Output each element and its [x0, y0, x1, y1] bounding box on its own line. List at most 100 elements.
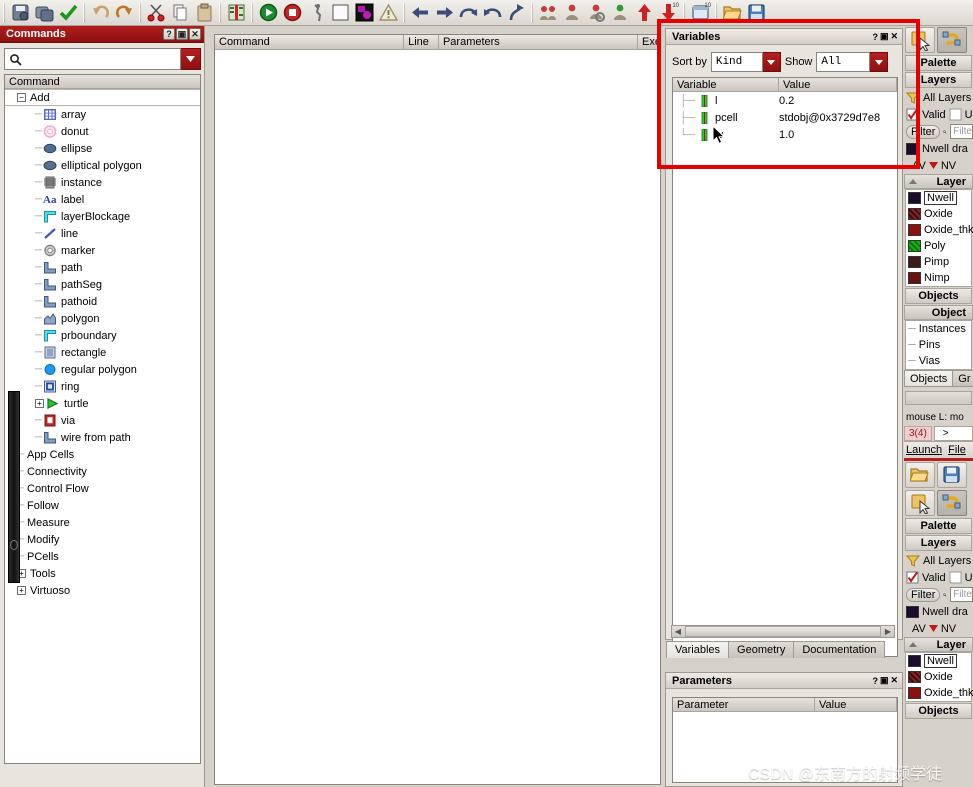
- parameters-table[interactable]: Parameter Value: [672, 697, 898, 783]
- tab-variables[interactable]: Variables: [666, 641, 730, 658]
- object-row[interactable]: ─ Vias: [906, 353, 971, 369]
- layer-row[interactable]: Oxide_thk: [906, 222, 973, 238]
- check-button[interactable]: [57, 2, 79, 24]
- layer-list[interactable]: Nwell Oxide Oxide_thk: [905, 652, 973, 702]
- step-button[interactable]: [305, 2, 327, 24]
- tree-item-elliptical-polygon[interactable]: ─ elliptical polygon: [5, 157, 200, 174]
- close-button[interactable]: ✕: [189, 28, 201, 40]
- status-prompt[interactable]: >: [933, 426, 973, 441]
- tree-item-ellipse[interactable]: ─ ellipse: [5, 140, 200, 157]
- wire-tool-button[interactable]: [937, 27, 967, 53]
- help-button[interactable]: ?: [872, 32, 878, 42]
- tree-item-virtuoso[interactable]: + Virtuoso: [5, 582, 200, 599]
- layer-row[interactable]: Nwell: [906, 190, 971, 206]
- down-red-arrow-button[interactable]: 10: [657, 2, 679, 24]
- save-all-button[interactable]: [33, 2, 55, 24]
- tree-item-path[interactable]: ─ path: [5, 259, 200, 276]
- command-column-parameters[interactable]: Parameters: [438, 35, 638, 49]
- redo-button[interactable]: [113, 2, 135, 24]
- tree-item-connectivity[interactable]: ─ Connectivity: [5, 463, 200, 480]
- save-disk-button[interactable]: [745, 2, 767, 24]
- tree-item-polygon[interactable]: ─ polygon: [5, 310, 200, 327]
- layer-row[interactable]: Oxide_thk: [906, 685, 973, 701]
- redo-curve-button[interactable]: [457, 2, 479, 24]
- tab-objects[interactable]: Objects: [904, 370, 954, 387]
- tab-geometry[interactable]: Geometry: [728, 641, 795, 658]
- stop-button[interactable]: [281, 2, 303, 24]
- filter-input[interactable]: Filte: [950, 124, 973, 139]
- menu-item-file[interactable]: File: [948, 444, 966, 456]
- command-tree[interactable]: Command − Add ─ array ─ donut ─ ellipse ─ ellipti…: [4, 74, 201, 764]
- search-input-wrap[interactable]: [4, 48, 181, 70]
- warning-button[interactable]: [377, 2, 399, 24]
- layer-row[interactable]: Oxide: [906, 206, 971, 222]
- clear-button[interactable]: [329, 2, 351, 24]
- filter-button[interactable]: Filter: [906, 587, 941, 602]
- wire-tool-button[interactable]: [937, 490, 967, 516]
- tree-item-line[interactable]: ─ line: [5, 225, 200, 242]
- filter-button[interactable]: Filter: [906, 124, 941, 139]
- tree-item-tools[interactable]: + Tools: [5, 565, 200, 582]
- objects-header[interactable]: Objects: [905, 288, 972, 304]
- compare-button[interactable]: [225, 2, 247, 24]
- tree-item-prboundary[interactable]: ─ prboundary: [5, 327, 200, 344]
- layers-header[interactable]: Layers: [905, 535, 972, 551]
- scroll-left-icon[interactable]: ◀: [672, 627, 684, 636]
- tree-item-rectangle[interactable]: ─ rectangle: [5, 344, 200, 361]
- tree-item-array[interactable]: ─ array: [5, 106, 200, 123]
- layer-row[interactable]: Poly: [906, 238, 971, 254]
- close-button[interactable]: ✕: [890, 31, 898, 42]
- up-arrow-button[interactable]: [505, 2, 527, 24]
- layers-header[interactable]: Layers: [905, 72, 972, 88]
- cut-button[interactable]: [145, 2, 167, 24]
- variables-row[interactable]: └─w1.0: [673, 126, 897, 143]
- tree-item-follow[interactable]: ─ Follow: [5, 497, 200, 514]
- undock-button[interactable]: ▣: [880, 31, 889, 42]
- command-column-line[interactable]: Line: [404, 35, 439, 49]
- tree-expander[interactable]: +: [17, 586, 26, 595]
- layer-row[interactable]: Oxide: [906, 669, 971, 685]
- tree-item-control-flow[interactable]: ─ Control Flow: [5, 480, 200, 497]
- variables-row[interactable]: ├─ pcell stdobj@0x3729d7e8: [673, 109, 897, 126]
- tree-item-turtle[interactable]: + turtle: [5, 395, 200, 412]
- show-dropdown-button[interactable]: [870, 52, 889, 72]
- variables-row[interactable]: ├─ l 0.2: [673, 92, 897, 109]
- help-button[interactable]: ?: [872, 676, 878, 686]
- command-table[interactable]: Command Line Parameters Exe: [214, 34, 661, 785]
- tree-item-marker[interactable]: ─ marker: [5, 242, 200, 259]
- show-combo[interactable]: All: [816, 52, 889, 72]
- tree-item-regular-polygon[interactable]: ─ regular polygon: [5, 361, 200, 378]
- search-dropdown-button[interactable]: [181, 48, 201, 70]
- window-button[interactable]: 10: [689, 2, 711, 24]
- tab-gr[interactable]: Gr: [952, 370, 973, 387]
- open-folder-button[interactable]: [905, 462, 935, 488]
- palette-header[interactable]: Palette: [905, 55, 972, 71]
- layer-list[interactable]: Nwell Oxide Oxide_thk Poly Pimp Nimp: [905, 189, 973, 287]
- object-row[interactable]: ─ Instances: [906, 321, 971, 337]
- up-red-arrow-button[interactable]: [633, 2, 655, 24]
- object-row[interactable]: ─ Pins: [906, 337, 971, 353]
- menu-item-launch[interactable]: Launch: [906, 444, 942, 456]
- scroll-right-icon[interactable]: ▶: [882, 627, 894, 636]
- tree-expander[interactable]: +: [35, 399, 44, 408]
- select-tool-button[interactable]: [905, 490, 935, 516]
- close-button[interactable]: ✕: [890, 675, 898, 686]
- run-button[interactable]: [257, 2, 279, 24]
- undo-button[interactable]: [89, 2, 111, 24]
- tree-item-layerblockage[interactable]: ─ layerBlockage: [5, 208, 200, 225]
- tree-expander[interactable]: −: [17, 93, 26, 102]
- undo-curve-button[interactable]: [481, 2, 503, 24]
- undock-button[interactable]: ▣: [880, 675, 889, 686]
- tree-item-pcells[interactable]: ─ PCells: [5, 548, 200, 565]
- tree-item-via[interactable]: ─ via: [5, 412, 200, 429]
- command-column-exe[interactable]: Exe: [638, 35, 661, 49]
- copy-button[interactable]: [169, 2, 191, 24]
- sort-by-dropdown-button[interactable]: [762, 52, 781, 72]
- objects-header[interactable]: Objects: [905, 703, 972, 719]
- users-button[interactable]: [537, 2, 559, 24]
- vertical-scroll-strip[interactable]: [8, 391, 20, 583]
- layer-row[interactable]: Nimp: [906, 270, 971, 286]
- tree-item-instance[interactable]: ─ instance: [5, 174, 200, 191]
- scroll-knob[interactable]: [10, 540, 18, 550]
- tree-item-label[interactable]: ─ Aa label: [5, 191, 200, 208]
